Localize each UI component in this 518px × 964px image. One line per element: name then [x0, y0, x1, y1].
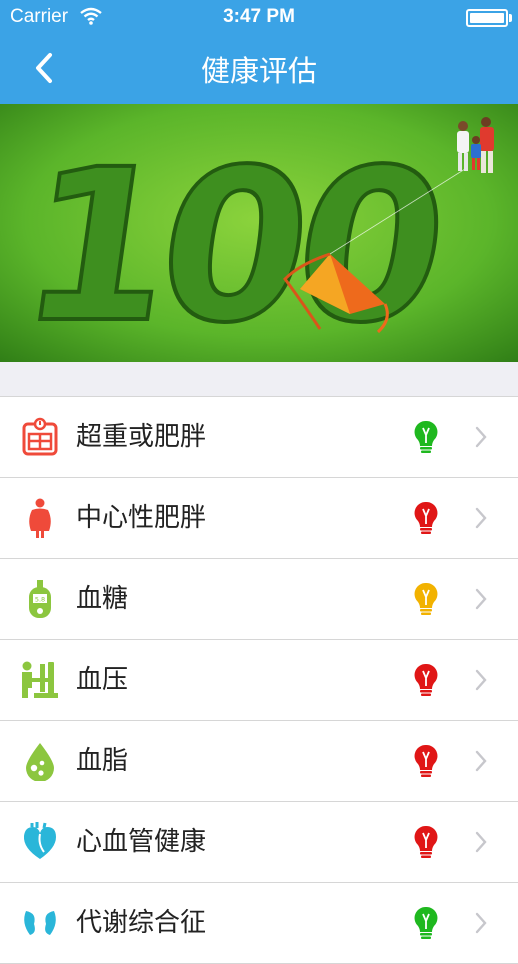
list-item-label: 代谢综合征	[76, 908, 207, 938]
list-item-label: 心血管健康	[76, 827, 207, 857]
status-bulb-icon	[411, 419, 441, 455]
banner-image: 100	[0, 104, 518, 362]
list-item-label: 血脂	[76, 746, 129, 776]
list-item[interactable]: 血脂	[0, 721, 518, 802]
list-item-label: 血糖	[76, 584, 129, 614]
navigation-bar: Carrier 3:47 PM 健康评估	[0, 0, 518, 104]
list-item[interactable]: 心血管健康	[0, 802, 518, 883]
status-bulb-icon	[411, 824, 441, 860]
chevron-right-icon	[474, 831, 488, 853]
chevron-right-icon	[474, 588, 488, 610]
list-item-label: 超重或肥胖	[76, 422, 207, 452]
page-title: 健康评估	[200, 54, 317, 88]
status-bulb-icon	[411, 743, 441, 779]
assessment-list: 超重或肥胖中心性肥胖 5.8 血糖血压血脂心血管健康代谢综合征	[0, 396, 518, 964]
chevron-right-icon	[474, 426, 488, 448]
chevron-right-icon	[474, 912, 488, 934]
status-bulb-icon	[411, 905, 441, 941]
body-icon	[20, 498, 60, 538]
glucose-meter-icon: 5.8	[20, 579, 60, 619]
chevron-right-icon	[474, 750, 488, 772]
status-bulb-icon	[411, 662, 441, 698]
status-bar: Carrier 3:47 PM	[0, 0, 518, 34]
scale-icon	[20, 417, 60, 457]
banner-number: 100	[9, 124, 452, 362]
chevron-right-icon	[474, 669, 488, 691]
list-item[interactable]: 中心性肥胖	[0, 478, 518, 559]
blood-drop-icon	[20, 741, 60, 782]
list-item[interactable]: 5.8 血糖	[0, 559, 518, 640]
list-item-label: 中心性肥胖	[76, 503, 207, 533]
heart-icon	[20, 822, 60, 862]
battery-icon	[466, 9, 512, 27]
clock: 3:47 PM	[223, 6, 295, 27]
chevron-right-icon	[474, 507, 488, 529]
svg-text:5.8: 5.8	[35, 596, 45, 604]
list-item-label: 血压	[76, 665, 129, 695]
list-item[interactable]: 血压	[0, 640, 518, 721]
list-item[interactable]: 代谢综合征	[0, 883, 518, 964]
kidney-icon	[20, 903, 60, 943]
status-bulb-icon	[411, 581, 441, 617]
list-item[interactable]: 超重或肥胖	[0, 397, 518, 478]
status-bulb-icon	[411, 500, 441, 536]
blood-pressure-icon	[20, 660, 60, 700]
